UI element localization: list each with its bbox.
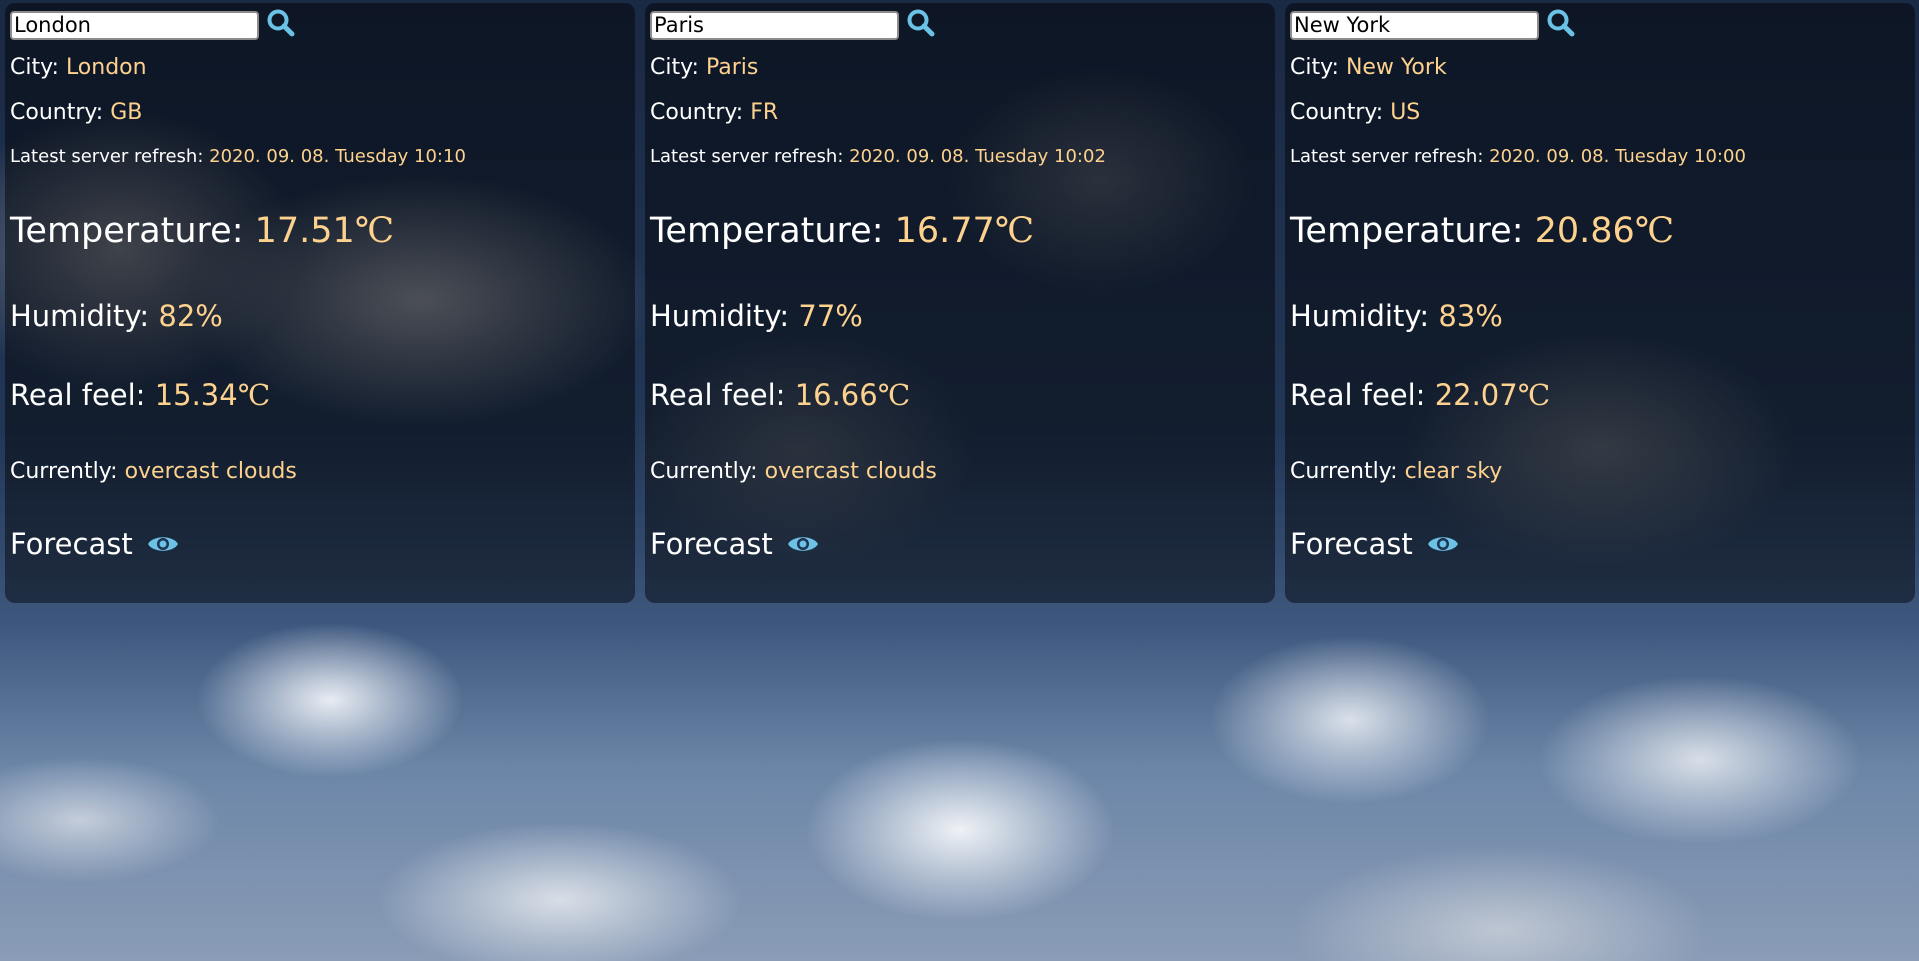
city-label: City: — [1290, 55, 1346, 80]
real-feel-value: 22.07 — [1434, 378, 1518, 412]
real-feel-unit: ℃ — [237, 378, 271, 412]
search-icon — [906, 8, 936, 42]
city-row: City: London — [10, 55, 147, 80]
humidity-row: Humidity: 83% — [1290, 299, 1503, 333]
eye-icon[interactable] — [1427, 533, 1459, 555]
currently-row: Currently: clear sky — [1290, 459, 1502, 484]
temperature-unit: ℃ — [1634, 211, 1674, 251]
country-label: Country: — [10, 100, 111, 125]
humidity-value: 82% — [158, 299, 223, 333]
humidity-label: Humidity: — [1290, 299, 1439, 333]
real-feel-row: Real feel: 22.07℃ — [1290, 378, 1550, 412]
refresh-value: 2020. 09. 08. Tuesday 10:10 — [209, 146, 466, 167]
forecast-label: Forecast — [10, 527, 133, 561]
search-row — [1290, 7, 1910, 43]
currently-value: overcast clouds — [124, 459, 297, 484]
weather-cards: City: London Country: GB Latest server r… — [5, 3, 1915, 603]
refresh-value: 2020. 09. 08. Tuesday 10:02 — [849, 146, 1106, 167]
city-row: City: Paris — [650, 55, 758, 80]
real-feel-unit: ℃ — [1517, 378, 1551, 412]
city-row: City: New York — [1290, 55, 1447, 80]
country-value: FR — [750, 100, 779, 125]
temperature-unit: ℃ — [354, 211, 394, 251]
search-row — [10, 7, 630, 43]
real-feel-label: Real feel: — [650, 378, 795, 412]
weather-card-new-york: City: New York Country: US Latest server… — [1285, 3, 1915, 603]
refresh-row: Latest server refresh: 2020. 09. 08. Tue… — [1290, 146, 1746, 167]
real-feel-row: Real feel: 15.34℃ — [10, 378, 270, 412]
temperature-label: Temperature: — [650, 211, 895, 251]
temperature-unit: ℃ — [994, 211, 1034, 251]
currently-label: Currently: — [10, 459, 125, 484]
search-button[interactable] — [1543, 9, 1579, 41]
humidity-label: Humidity: — [10, 299, 159, 333]
currently-row: Currently: overcast clouds — [10, 459, 297, 484]
search-button[interactable] — [263, 9, 299, 41]
city-label: City: — [650, 55, 706, 80]
humidity-row: Humidity: 77% — [650, 299, 863, 333]
refresh-value: 2020. 09. 08. Tuesday 10:00 — [1489, 146, 1746, 167]
temperature-row: Temperature: 17.51℃ — [10, 211, 394, 251]
country-label: Country: — [650, 100, 751, 125]
humidity-value: 83% — [1438, 299, 1503, 333]
city-search-input[interactable] — [650, 10, 899, 40]
weather-card-london: City: London Country: GB Latest server r… — [5, 3, 635, 603]
country-row: Country: FR — [650, 100, 778, 125]
temperature-label: Temperature: — [10, 211, 255, 251]
refresh-label: Latest server refresh: — [650, 146, 850, 167]
currently-value: overcast clouds — [764, 459, 937, 484]
city-label: City: — [10, 55, 66, 80]
country-row: Country: GB — [10, 100, 142, 125]
temperature-value: 16.77 — [894, 211, 995, 251]
city-value: Paris — [705, 55, 759, 80]
country-row: Country: US — [1290, 100, 1420, 125]
currently-row: Currently: overcast clouds — [650, 459, 937, 484]
currently-value: clear sky — [1404, 459, 1503, 484]
city-search-input[interactable] — [10, 10, 259, 40]
refresh-row: Latest server refresh: 2020. 09. 08. Tue… — [10, 146, 466, 167]
forecast-button[interactable]: Forecast — [10, 527, 179, 561]
search-icon — [1546, 8, 1576, 42]
temperature-value: 17.51 — [254, 211, 355, 251]
search-button[interactable] — [903, 9, 939, 41]
real-feel-value: 15.34 — [154, 378, 238, 412]
forecast-button[interactable]: Forecast — [650, 527, 819, 561]
city-value: New York — [1345, 55, 1447, 80]
real-feel-label: Real feel: — [1290, 378, 1435, 412]
temperature-value: 20.86 — [1534, 211, 1635, 251]
humidity-label: Humidity: — [650, 299, 799, 333]
country-value: GB — [110, 100, 143, 125]
search-row — [650, 7, 1270, 43]
real-feel-label: Real feel: — [10, 378, 155, 412]
real-feel-unit: ℃ — [877, 378, 911, 412]
humidity-value: 77% — [798, 299, 863, 333]
real-feel-value: 16.66 — [794, 378, 878, 412]
temperature-row: Temperature: 16.77℃ — [650, 211, 1034, 251]
refresh-label: Latest server refresh: — [1290, 146, 1490, 167]
refresh-label: Latest server refresh: — [10, 146, 210, 167]
refresh-row: Latest server refresh: 2020. 09. 08. Tue… — [650, 146, 1106, 167]
search-icon — [266, 8, 296, 42]
real-feel-row: Real feel: 16.66℃ — [650, 378, 910, 412]
currently-label: Currently: — [1290, 459, 1405, 484]
temperature-row: Temperature: 20.86℃ — [1290, 211, 1674, 251]
city-value: London — [65, 55, 147, 80]
country-label: Country: — [1290, 100, 1391, 125]
forecast-label: Forecast — [1290, 527, 1413, 561]
forecast-button[interactable]: Forecast — [1290, 527, 1459, 561]
weather-card-paris: City: Paris Country: FR Latest server re… — [645, 3, 1275, 603]
temperature-label: Temperature: — [1290, 211, 1535, 251]
eye-icon[interactable] — [787, 533, 819, 555]
city-search-input[interactable] — [1290, 10, 1539, 40]
forecast-label: Forecast — [650, 527, 773, 561]
eye-icon[interactable] — [147, 533, 179, 555]
currently-label: Currently: — [650, 459, 765, 484]
country-value: US — [1390, 100, 1421, 125]
humidity-row: Humidity: 82% — [10, 299, 223, 333]
